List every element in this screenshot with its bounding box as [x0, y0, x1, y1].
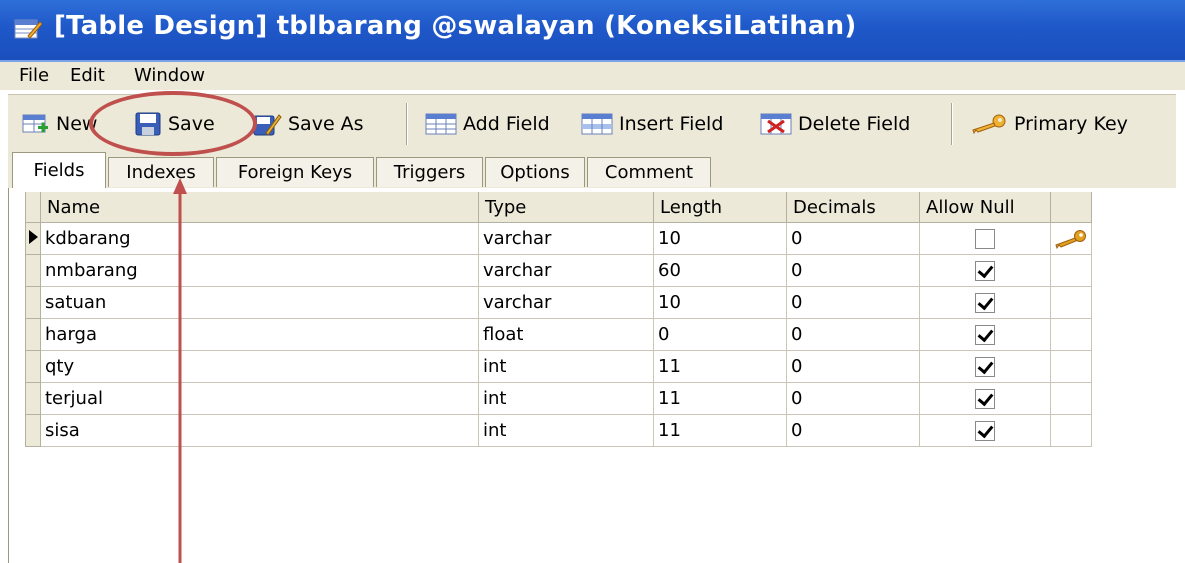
field-type-cell[interactable]: varchar	[478, 222, 654, 255]
key-icon	[972, 114, 1006, 135]
field-type-cell[interactable]: int	[478, 382, 654, 415]
field-length-cell[interactable]: 60	[653, 254, 787, 287]
primary-key-icon	[1055, 229, 1086, 249]
new-table-icon	[22, 114, 48, 133]
allow-null-checkbox[interactable]	[975, 261, 995, 281]
primary-key-button[interactable]: Primary Key	[970, 109, 1128, 139]
row-selector[interactable]	[25, 286, 41, 319]
allow-null-checkbox[interactable]	[975, 421, 995, 441]
save-as-button-label: Save As	[288, 113, 364, 135]
field-decimals-cell[interactable]: 0	[786, 222, 920, 255]
new-button[interactable]: New	[22, 109, 97, 139]
tab-options[interactable]: Options	[485, 157, 585, 187]
save-highlight-ellipse	[89, 91, 257, 156]
allow-null-cell	[919, 222, 1051, 255]
table-design-window: [Table Design] tblbarang @swalayan (Kone…	[0, 0, 1185, 563]
row-selector[interactable]	[25, 350, 41, 383]
tab-foreign-keys[interactable]: Foreign Keys	[216, 157, 374, 187]
column-header-decimals[interactable]: Decimals	[786, 192, 920, 223]
field-name-cell[interactable]: sisa	[40, 414, 479, 447]
window-title: [Table Design] tblbarang @swalayan (Kone…	[54, 11, 857, 41]
field-length-cell[interactable]: 10	[653, 286, 787, 319]
row-selector-header	[25, 192, 41, 223]
add-field-icon	[425, 113, 457, 135]
allow-null-cell	[919, 414, 1051, 447]
field-type-cell[interactable]: int	[478, 414, 654, 447]
row-selector[interactable]	[25, 382, 41, 415]
field-length-cell[interactable]: 11	[653, 382, 787, 415]
row-selector[interactable]	[25, 222, 41, 255]
field-type-cell[interactable]: varchar	[478, 286, 654, 319]
column-header-allow-null[interactable]: Allow Null	[919, 192, 1051, 223]
column-header-key	[1050, 192, 1092, 223]
column-header-name[interactable]: Name	[40, 192, 479, 223]
delete-field-button-label: Delete Field	[798, 113, 911, 135]
primary-key-button-label: Primary Key	[1014, 113, 1128, 135]
insert-field-icon	[581, 113, 613, 135]
field-decimals-cell[interactable]: 0	[786, 286, 920, 319]
menu-window[interactable]: Window	[134, 65, 205, 86]
allow-null-cell	[919, 254, 1051, 287]
field-decimals-cell[interactable]: 0	[786, 414, 920, 447]
tab-triggers[interactable]: Triggers	[376, 157, 483, 187]
row-selector[interactable]	[25, 318, 41, 351]
field-name-cell[interactable]: satuan	[40, 286, 479, 319]
delete-field-button[interactable]: Delete Field	[760, 109, 910, 139]
menu-edit[interactable]: Edit	[70, 65, 105, 86]
insert-field-button[interactable]: Insert Field	[581, 109, 723, 139]
field-decimals-cell[interactable]: 0	[786, 350, 920, 383]
field-name-cell[interactable]: kdbarang	[40, 222, 479, 255]
column-header-length[interactable]: Length	[653, 192, 787, 223]
add-field-button-label: Add Field	[463, 113, 550, 135]
field-length-cell[interactable]: 10	[653, 222, 787, 255]
allow-null-checkbox[interactable]	[975, 293, 995, 313]
row-selector[interactable]	[25, 254, 41, 287]
allow-null-checkbox[interactable]	[975, 229, 995, 249]
column-header-type[interactable]: Type	[478, 192, 654, 223]
key-cell	[1050, 382, 1092, 415]
field-type-cell[interactable]: varchar	[478, 254, 654, 287]
field-name-cell[interactable]: terjual	[40, 382, 479, 415]
add-field-button[interactable]: Add Field	[425, 109, 550, 139]
allow-null-checkbox[interactable]	[975, 357, 995, 377]
tab-fields[interactable]: Fields	[12, 152, 106, 188]
field-type-cell[interactable]: int	[478, 350, 654, 383]
key-cell	[1050, 318, 1092, 351]
title-bar[interactable]: [Table Design] tblbarang @swalayan (Kone…	[0, 0, 1185, 62]
key-cell	[1050, 222, 1092, 255]
tab-indexes[interactable]: Indexes	[108, 157, 214, 187]
key-cell	[1050, 414, 1092, 447]
allow-null-cell	[919, 286, 1051, 319]
toolbar-separator	[406, 103, 408, 145]
menu-file[interactable]: File	[19, 65, 49, 86]
save-as-button[interactable]: Save As	[252, 109, 364, 139]
field-name-cell[interactable]: nmbarang	[40, 254, 479, 287]
field-decimals-cell[interactable]: 0	[786, 254, 920, 287]
field-length-cell[interactable]: 11	[653, 350, 787, 383]
key-cell	[1050, 254, 1092, 287]
insert-field-button-label: Insert Field	[619, 113, 724, 135]
annotation-arrow	[173, 178, 187, 563]
allow-null-cell	[919, 318, 1051, 351]
table-design-icon	[14, 19, 42, 39]
delete-field-icon	[760, 113, 792, 135]
field-length-cell[interactable]: 11	[653, 414, 787, 447]
field-length-cell[interactable]: 0	[653, 318, 787, 351]
field-decimals-cell[interactable]: 0	[786, 318, 920, 351]
key-cell	[1050, 350, 1092, 383]
menu-bar: File Edit Window	[0, 62, 1185, 90]
allow-null-cell	[919, 382, 1051, 415]
row-selector[interactable]	[25, 414, 41, 447]
field-name-cell[interactable]: harga	[40, 318, 479, 351]
tab-comment[interactable]: Comment	[587, 157, 711, 187]
toolbar-separator	[951, 103, 953, 145]
allow-null-cell	[919, 350, 1051, 383]
current-row-pointer-icon	[29, 230, 38, 244]
allow-null-checkbox[interactable]	[975, 325, 995, 345]
allow-null-checkbox[interactable]	[975, 389, 995, 409]
field-type-cell[interactable]: float	[478, 318, 654, 351]
key-cell	[1050, 286, 1092, 319]
field-decimals-cell[interactable]: 0	[786, 382, 920, 415]
field-name-cell[interactable]: qty	[40, 350, 479, 383]
